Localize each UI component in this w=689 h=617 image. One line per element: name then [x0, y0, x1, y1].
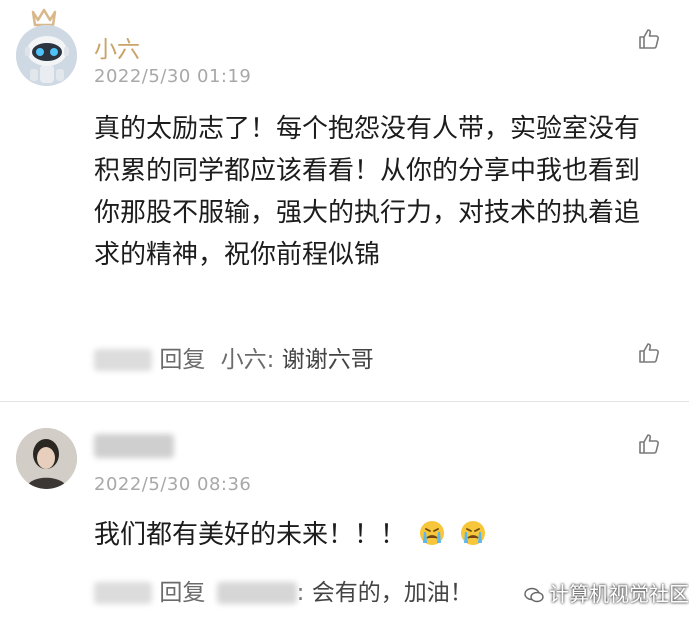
comment-text-body: 我们都有美好的未来！！！	[94, 520, 407, 550]
reply-label: 回复	[159, 347, 206, 373]
divider	[0, 401, 689, 402]
watermark-text: 计算机视觉社区	[549, 582, 689, 606]
thumbs-up-icon[interactable]	[637, 432, 661, 456]
blurred-username	[94, 349, 152, 371]
reply-separator: :	[266, 347, 275, 373]
reply-text: 谢谢六哥	[281, 347, 374, 373]
avatar[interactable]	[16, 428, 77, 489]
crying-face-icon	[420, 521, 445, 545]
crying-face-icon	[460, 521, 485, 545]
wechat-icon	[524, 587, 544, 603]
reply-text: 会有的，加油！	[311, 580, 473, 606]
reply-separator: :	[296, 580, 305, 606]
reply-line: 回复 : 会有的，加油！	[94, 573, 473, 607]
blurred-author-name[interactable]	[94, 434, 174, 458]
person-avatar-icon	[16, 428, 77, 489]
thumbs-up-icon[interactable]	[637, 341, 661, 365]
comment-text: 真的太励志了！每个抱怨没有人带，实验室没有积累的同学都应该看看！从你的分享中我也…	[94, 114, 641, 270]
reply-target-name[interactable]: 小六	[221, 347, 267, 373]
reply-label: 回复	[159, 580, 206, 606]
reply-line: 回复 小六: 谢谢六哥	[94, 340, 374, 374]
comment-timestamp: 2022/5/30 01:19	[94, 66, 252, 87]
robot-avatar-icon	[16, 25, 77, 86]
avatar[interactable]	[16, 25, 77, 86]
blurred-reply-target[interactable]	[216, 582, 297, 604]
blurred-username	[94, 582, 152, 604]
thumbs-up-icon[interactable]	[637, 27, 661, 51]
watermark: 计算机视觉社区	[524, 578, 689, 607]
comment-timestamp: 2022/5/30 08:36	[94, 474, 252, 495]
author-name[interactable]: 小六	[94, 30, 140, 64]
comment-text: 我们都有美好的未来！！！	[94, 514, 487, 556]
